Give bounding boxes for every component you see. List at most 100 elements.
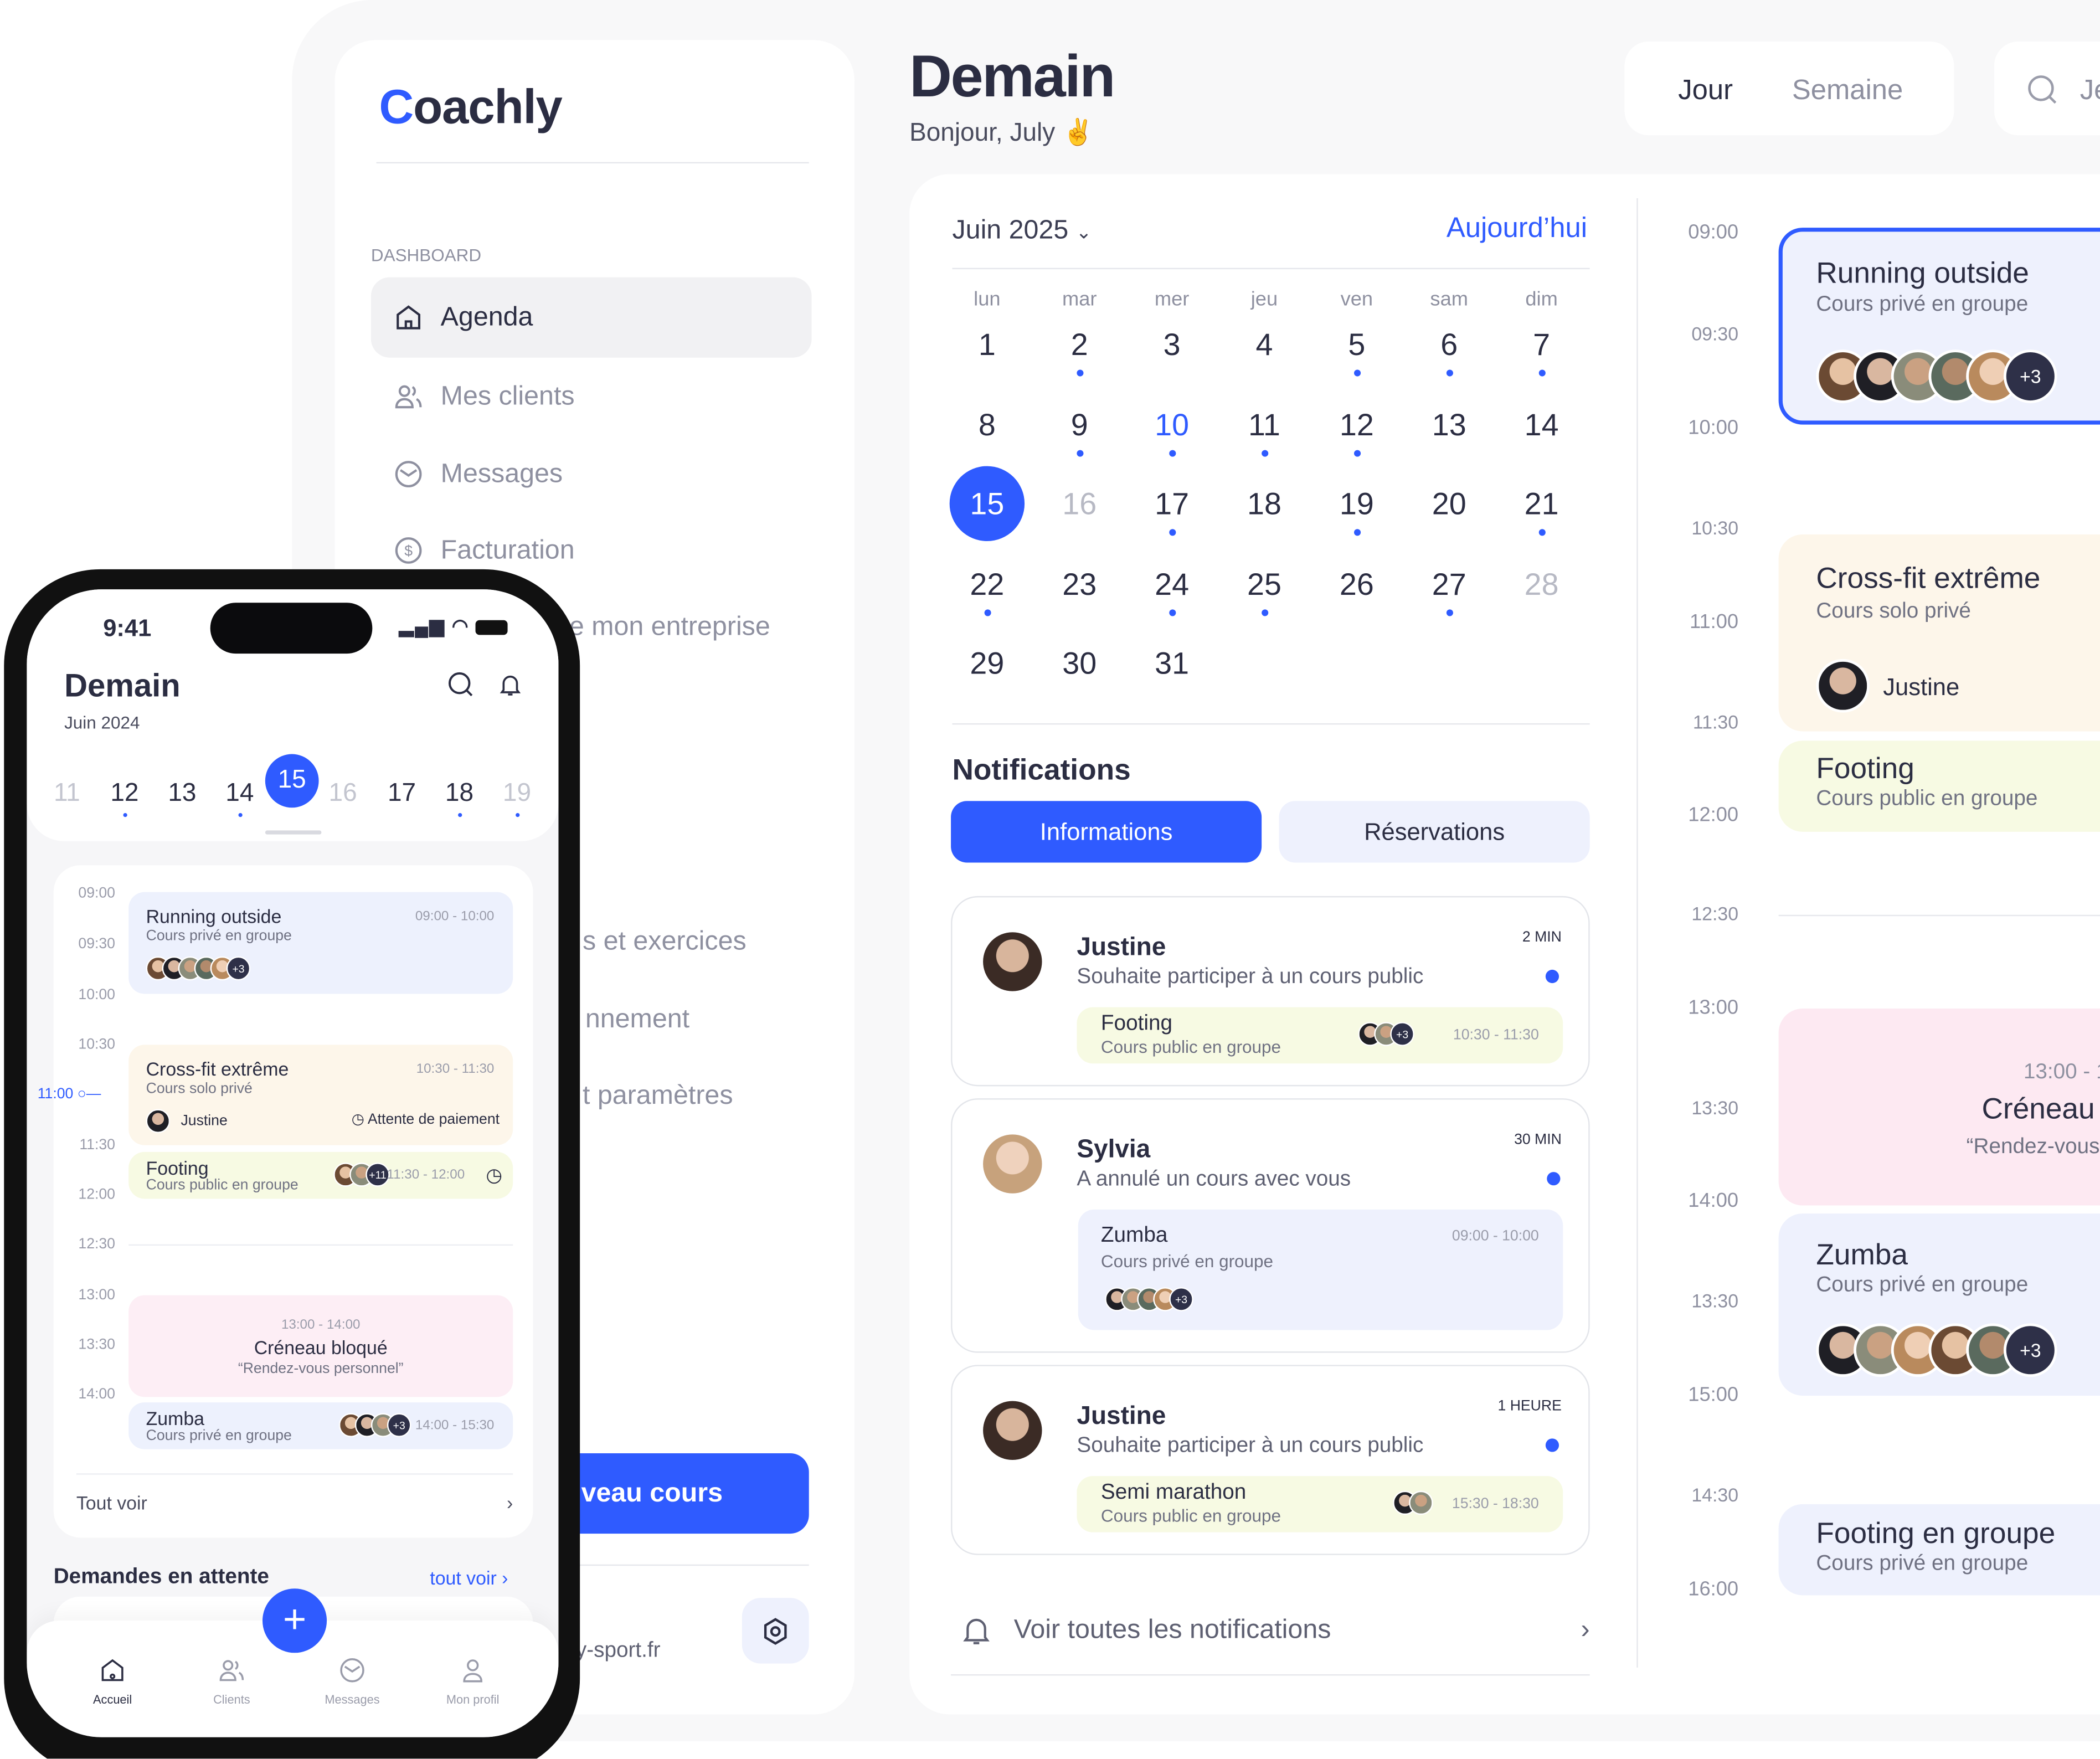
time-label: 16:00: [1688, 1577, 1739, 1601]
bell-icon[interactable]: [497, 670, 523, 699]
notification-item[interactable]: Justine Souhaite participer à un cours p…: [951, 1365, 1590, 1555]
avatar: [1409, 1490, 1433, 1515]
time-label: 13:00: [1688, 996, 1739, 1020]
search-icon[interactable]: [446, 670, 475, 699]
course-chip[interactable]: Semi marathon Cours public en groupe 15:…: [1077, 1476, 1563, 1532]
time-label: 13:00: [78, 1287, 115, 1304]
phone-event-card[interactable]: Footing Cours public en groupe +11 11:30…: [128, 1151, 513, 1199]
notification-item[interactable]: Justine Souhaite participer à un cours p…: [951, 896, 1590, 1087]
phone-event-card[interactable]: Cross-fit extrême Cours solo privé 10:30…: [128, 1045, 513, 1145]
see-all-link[interactable]: Tout voir ›: [76, 1494, 513, 1513]
calendar-day[interactable]: 23: [1042, 547, 1117, 621]
nav-clients[interactable]: Clients: [178, 1655, 285, 1706]
calendar-day[interactable]: 30: [1042, 625, 1117, 700]
blocked-slot[interactable]: 13:00 - 14:00 Créneau bloqué “Rendez-vou…: [1778, 1009, 2100, 1206]
calendar-day[interactable]: 27: [1412, 547, 1486, 621]
drag-handle[interactable]: [265, 830, 322, 835]
phone-day[interactable]: 18: [435, 781, 483, 817]
tab-informations[interactable]: Informations: [951, 801, 1262, 863]
sidebar-item-messages[interactable]: Messages: [371, 434, 812, 515]
event-type: Cours privé en groupe: [1816, 1552, 2029, 1576]
calendar-day[interactable]: 9: [1042, 387, 1117, 462]
event-card[interactable]: Running outside Cours privé en groupe +3: [1778, 228, 2100, 425]
event-card[interactable]: Footing en groupe Cours privé en groupe: [1778, 1504, 2100, 1596]
calendar-day[interactable]: 25: [1227, 547, 1301, 621]
calendar-day[interactable]: 16: [1042, 466, 1117, 541]
course-hours: 09:00 - 10:00: [1452, 1228, 1539, 1244]
calendar-day[interactable]: 3: [1134, 307, 1209, 382]
calendar-day[interactable]: 7: [1504, 307, 1579, 382]
phone-day[interactable]: 15: [265, 754, 319, 808]
calendar-day[interactable]: 12: [1319, 387, 1394, 462]
calendar-day[interactable]: 15: [949, 466, 1025, 542]
phone-day[interactable]: 16: [319, 781, 367, 806]
event-type: Cours privé en groupe: [146, 1428, 292, 1444]
logo[interactable]: Coachly: [379, 83, 562, 131]
event-card[interactable]: Cross-fit extrême Cours solo privé Justi…: [1778, 534, 2100, 732]
sidebar-item-company[interactable]: e mon entreprise: [569, 614, 770, 640]
calendar-day[interactable]: 28: [1504, 547, 1579, 621]
sidebar-item-settings[interactable]: t paramètres: [583, 1082, 733, 1109]
calendar-day[interactable]: 18: [1227, 466, 1301, 541]
view-day-button[interactable]: Jour: [1678, 76, 1733, 105]
calendar-day[interactable]: 22: [950, 547, 1025, 621]
event-card[interactable]: Zumba Cours privé en groupe +3: [1778, 1213, 2100, 1396]
calendar-day[interactable]: 13: [1412, 387, 1486, 462]
notification-message: A annulé un cours avec vous: [1077, 1167, 1351, 1191]
sidebar-item-exercises[interactable]: s et exercices: [583, 928, 747, 955]
calendar-day[interactable]: 5: [1319, 307, 1394, 382]
calendar-day[interactable]: 31: [1134, 625, 1209, 700]
sidebar-item-subscription[interactable]: nnement: [585, 1006, 689, 1032]
chevron-right-icon: ›: [506, 1492, 513, 1514]
svg-text:$: $: [404, 543, 413, 559]
settings-button[interactable]: [742, 1598, 809, 1664]
phone-event-card[interactable]: Zumba Cours privé en groupe +3 14:00 - 1…: [128, 1402, 513, 1449]
today-link[interactable]: Aujourd’hui: [1447, 214, 1587, 243]
view-week-button[interactable]: Semaine: [1792, 76, 1903, 105]
course-chip[interactable]: Footing Cours public en groupe +3 10:30 …: [1077, 1007, 1563, 1064]
course-title: Footing: [1100, 1012, 1173, 1036]
calendar-day[interactable]: 20: [1412, 466, 1486, 541]
blocked-time: 13:00 - 14:00: [2023, 1061, 2100, 1084]
calendar-day[interactable]: 24: [1134, 547, 1209, 621]
calendar-day[interactable]: 1: [950, 307, 1025, 382]
nav-profile[interactable]: Mon profil: [419, 1655, 526, 1706]
more-count: +3: [387, 1413, 411, 1437]
calendar-day[interactable]: 21: [1504, 466, 1579, 541]
course-title: Semi marathon: [1100, 1481, 1247, 1504]
add-button[interactable]: +: [262, 1588, 327, 1653]
phone-day[interactable]: 12: [100, 781, 148, 817]
avatar-stack: +11: [333, 1163, 390, 1187]
calendar-day[interactable]: 10: [1134, 387, 1209, 462]
calendar-day[interactable]: 19: [1319, 466, 1394, 541]
course-chip[interactable]: Zumba Cours privé en groupe 09:00 - 10:0…: [1078, 1209, 1563, 1330]
phone-day[interactable]: 14: [215, 781, 264, 817]
see-all-notifications[interactable]: Voir toutes les notifications ›: [951, 1601, 1590, 1659]
sidebar-item-agenda[interactable]: Agenda: [370, 277, 812, 358]
calendar-day[interactable]: 14: [1504, 387, 1579, 462]
nav-home[interactable]: Accueil: [59, 1655, 166, 1706]
month-selector[interactable]: Juin 2025 ⌄: [952, 217, 1092, 244]
phone-blocked-slot[interactable]: 13:00 - 14:00 Créneau bloqué “Rendez-vou…: [128, 1295, 513, 1397]
calendar-day[interactable]: 26: [1319, 547, 1394, 621]
notification-item[interactable]: Sylvia A annulé un cours avec vous 30 MI…: [951, 1098, 1590, 1353]
calendar-day[interactable]: 17: [1134, 466, 1209, 541]
search-input[interactable]: Je: [2080, 76, 2100, 105]
event-card[interactable]: Footing Cours public en groupe: [1778, 740, 2100, 832]
phone-day[interactable]: 11: [43, 781, 91, 806]
calendar-day[interactable]: 4: [1227, 307, 1301, 382]
pending-see-all[interactable]: tout voir ›: [430, 1568, 508, 1587]
calendar-day[interactable]: 8: [950, 387, 1025, 462]
sidebar-item-clients[interactable]: Mes clients: [371, 356, 812, 436]
phone-event-card[interactable]: Running outside Cours privé en groupe 09…: [128, 892, 513, 994]
calendar-day[interactable]: 6: [1412, 307, 1486, 382]
time-label: 12:00: [78, 1186, 115, 1203]
phone-day[interactable]: 19: [493, 781, 541, 817]
calendar-day[interactable]: 2: [1042, 307, 1117, 382]
nav-messages[interactable]: Messages: [298, 1655, 405, 1706]
tab-reservations[interactable]: Réservations: [1279, 801, 1590, 863]
calendar-day[interactable]: 29: [950, 625, 1025, 700]
calendar-day[interactable]: 11: [1227, 387, 1301, 462]
phone-day[interactable]: 13: [158, 781, 206, 806]
phone-day[interactable]: 17: [378, 781, 426, 806]
